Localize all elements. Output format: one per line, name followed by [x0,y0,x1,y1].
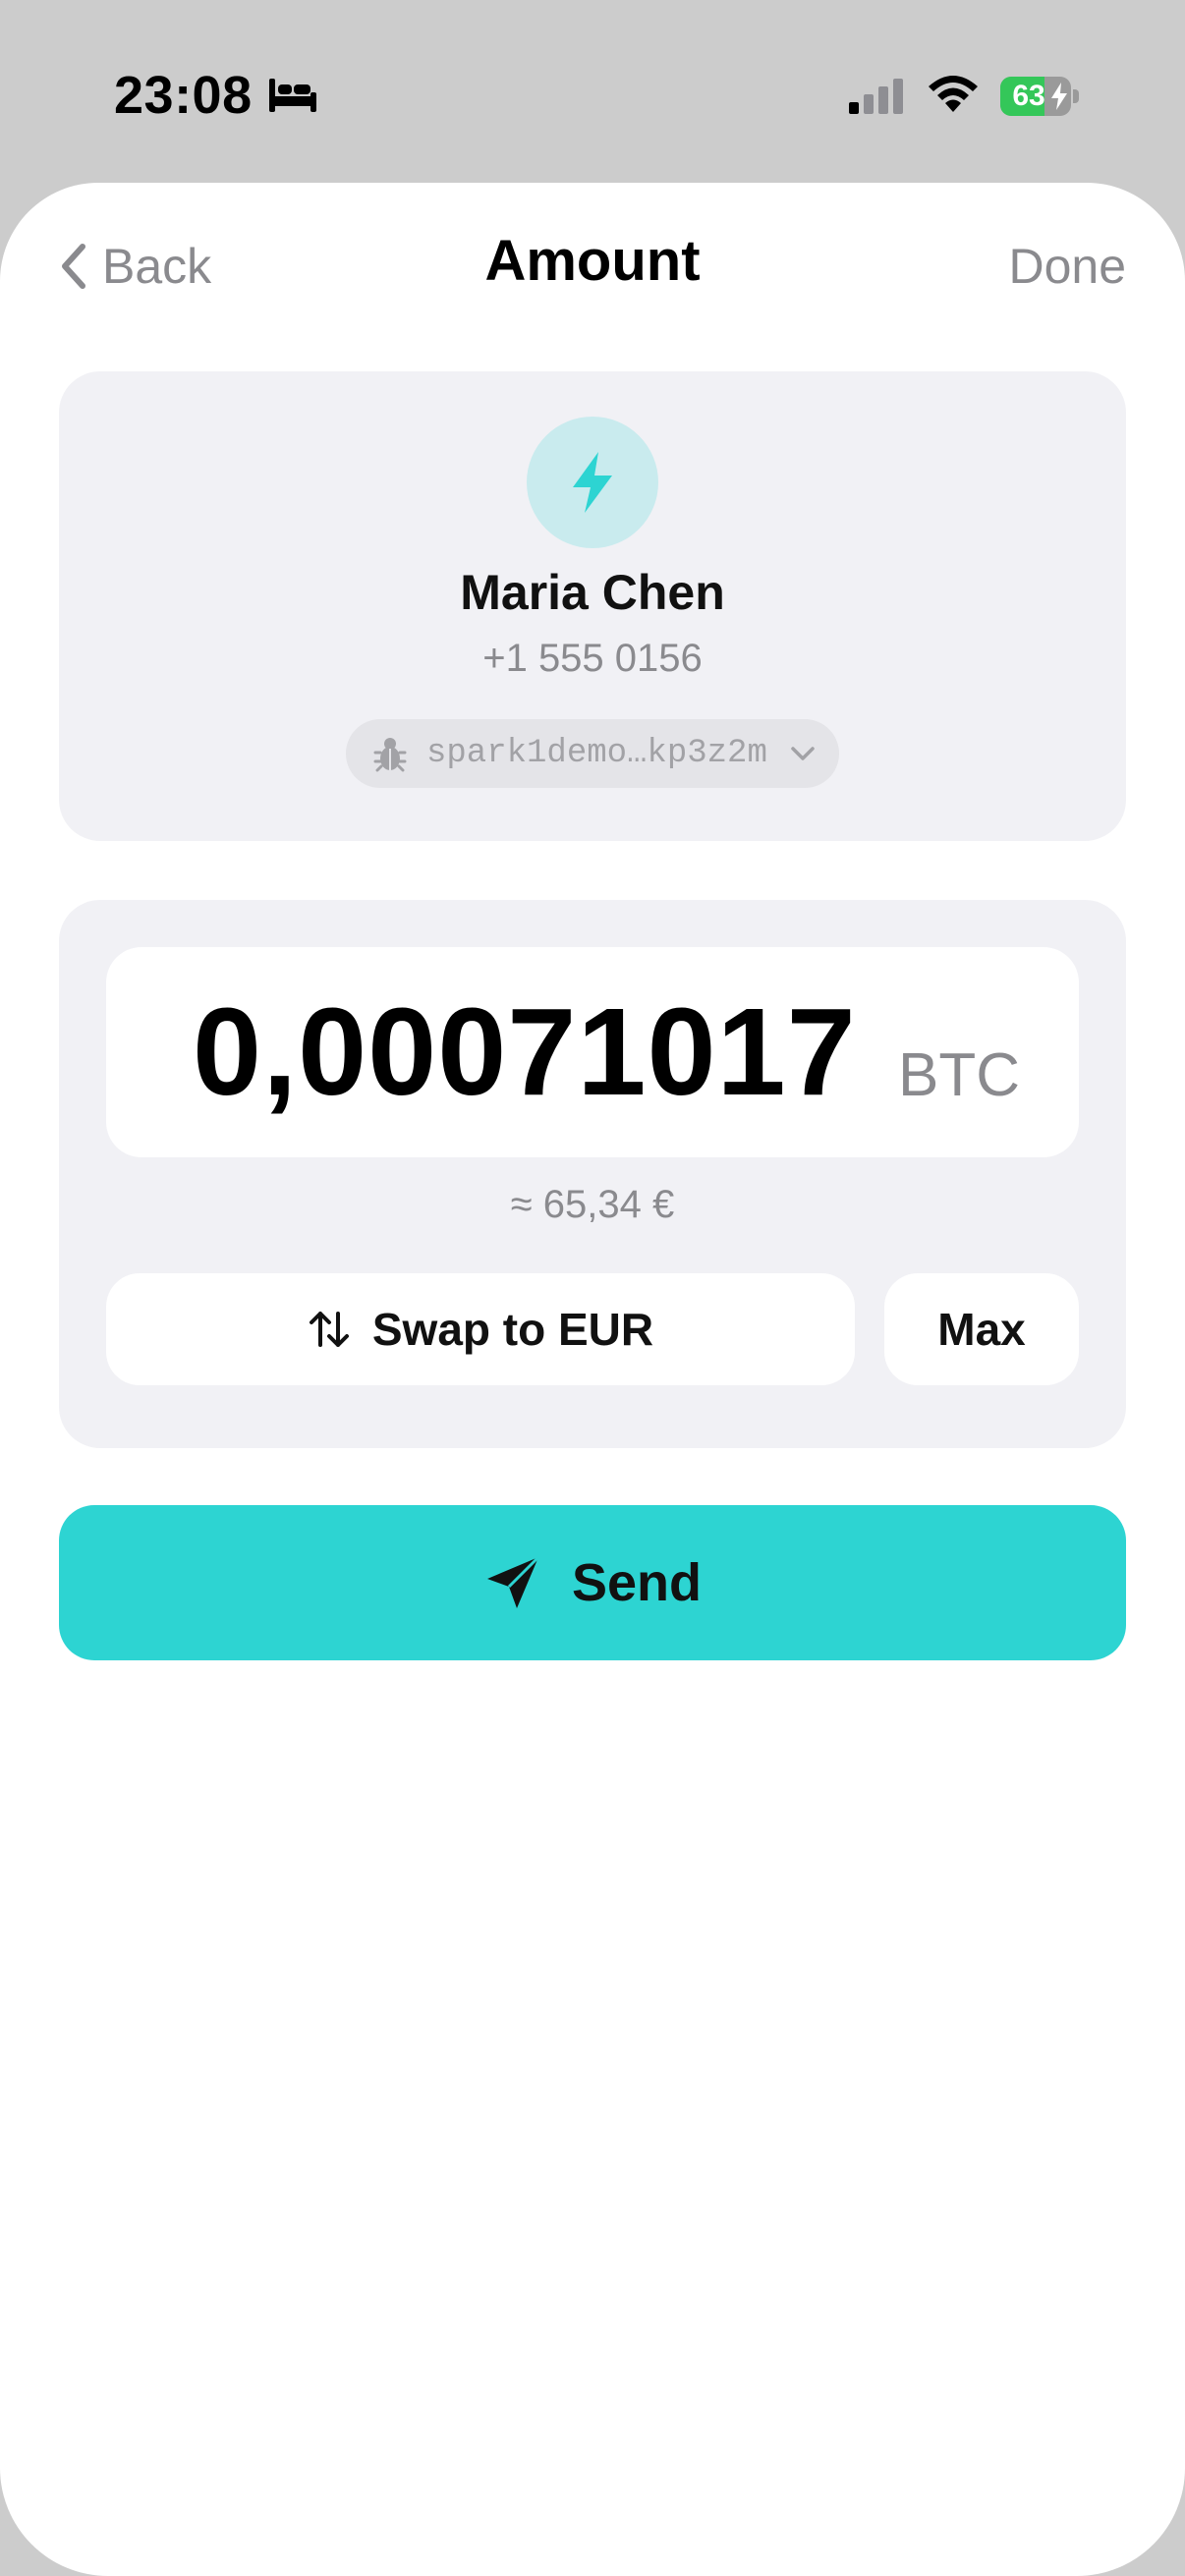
amount-unit: BTC [898,1041,1020,1109]
address-text: spark1demo…kp3z2m [426,735,767,772]
send-label: Send [571,1553,703,1612]
send-button[interactable]: Send [59,1505,1126,1660]
max-button[interactable]: Max [884,1273,1079,1385]
bed-icon [269,79,316,112]
fiat-equivalent: ≈ 65,34 € [510,1183,675,1226]
avatar [527,417,658,548]
paper-plane-icon [486,1555,540,1608]
status-time: 23:08 [114,66,253,125]
done-button[interactable]: Done [1008,232,1126,301]
status-bar: 23:08 63 [0,0,1185,187]
battery-charging-icon: 63 [1000,77,1079,116]
swap-arrows-icon [309,1312,349,1347]
page-title: Amount [484,229,701,293]
recipient-card: Maria Chen +1 555 0156 spark1demo…kp3z2m [59,371,1126,841]
swap-currency-button[interactable]: Swap to EUR [106,1273,855,1385]
bug-icon [373,738,407,772]
amount-value: 0,00071017 [193,982,857,1121]
lightning-bolt-icon [573,452,612,513]
address-selector[interactable]: spark1demo…kp3z2m [346,719,839,788]
cellular-signal-icon [849,79,903,114]
recipient-name: Maria Chen [460,565,725,620]
amount-card: 0,00071017 BTC ≈ 65,34 € Swap to EUR Max [59,900,1126,1448]
recipient-phone: +1 555 0156 [482,637,703,680]
swap-label: Swap to EUR [371,1304,654,1355]
amount-input[interactable]: 0,00071017 BTC [106,947,1079,1157]
amount-sheet: Back Amount Done Maria Chen +1 555 0156 … [0,183,1185,2576]
wifi-icon [929,76,978,112]
chevron-down-icon [791,747,815,760]
